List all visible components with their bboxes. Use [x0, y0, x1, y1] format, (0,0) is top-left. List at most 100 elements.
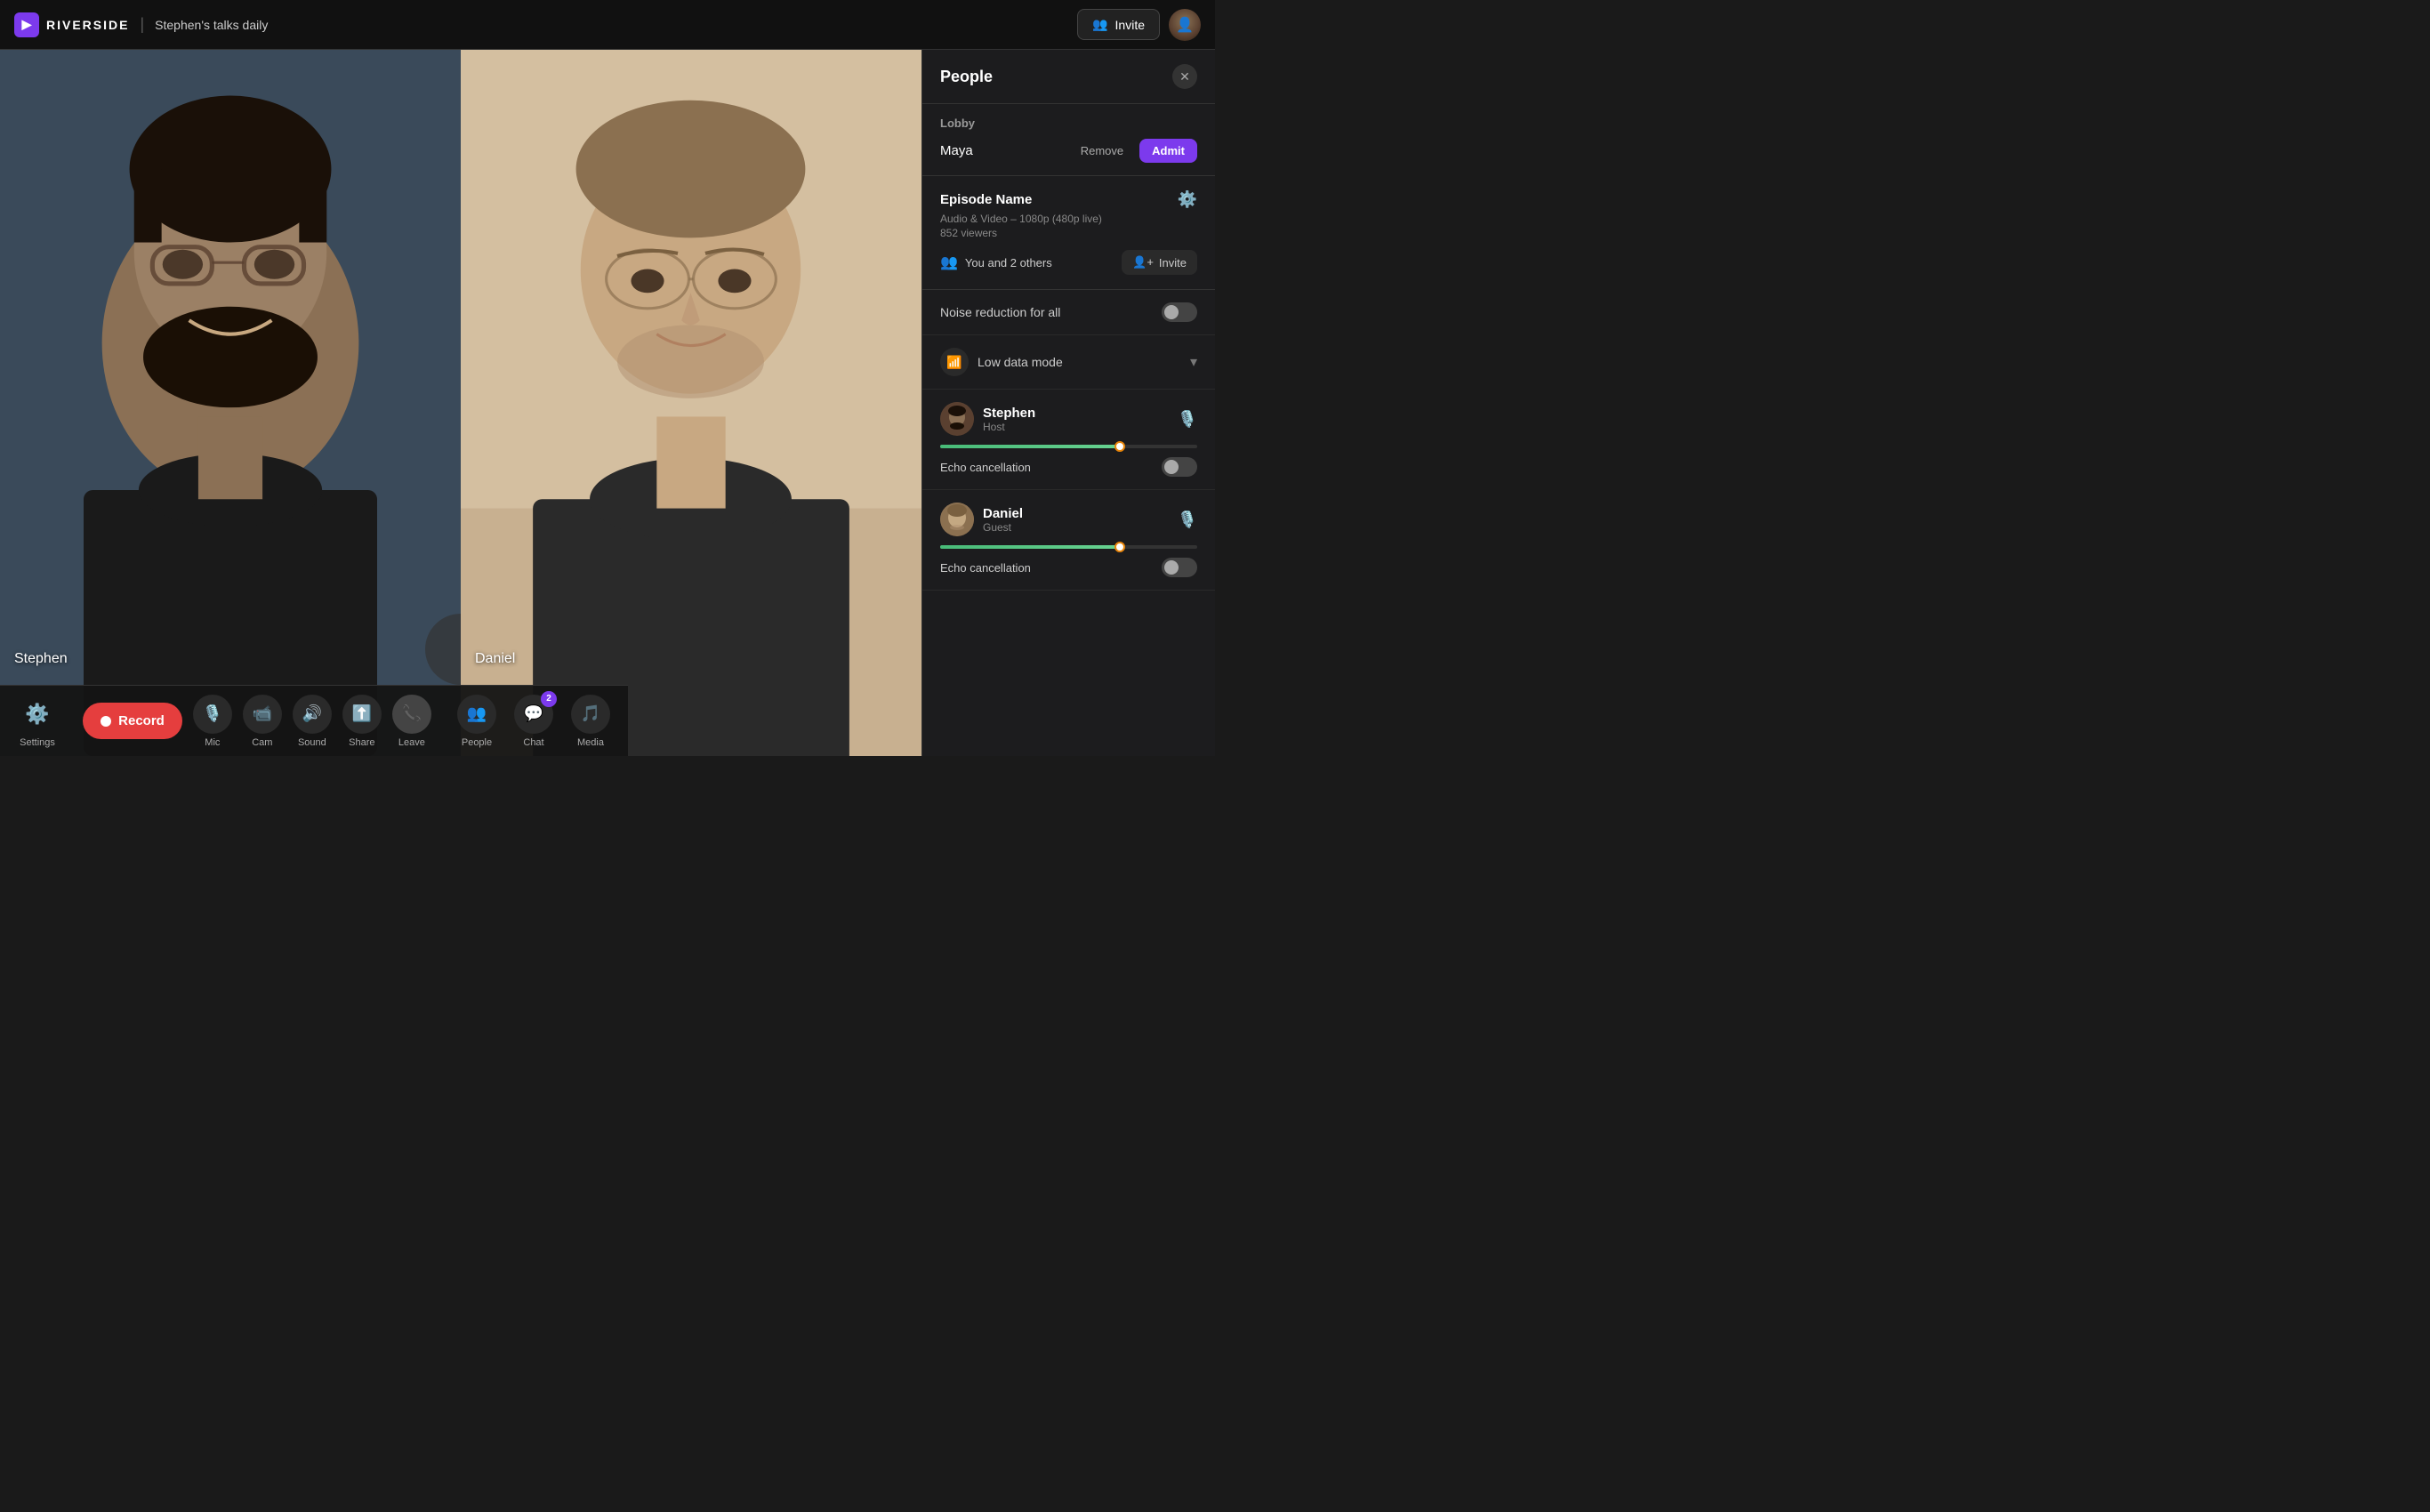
stephen-echo-row: Echo cancellation [940, 457, 1197, 477]
video-face-daniel [461, 50, 921, 756]
invite-icon: 👥 [1092, 17, 1107, 32]
cam-label: Cam [252, 737, 272, 748]
mic-label: Mic [205, 737, 220, 748]
participants-info: 👥 You and 2 others [940, 253, 1052, 271]
media-icon: 🎵 [571, 695, 610, 734]
stephen-role: Host [983, 421, 1169, 433]
people-icon: 👥 [457, 695, 496, 734]
toggle-knob [1164, 305, 1179, 319]
lobby-label: Lobby [940, 117, 1197, 130]
invite-button[interactable]: 👥 Invite [1077, 9, 1160, 40]
daniel-label: Daniel [475, 651, 515, 667]
sound-button[interactable]: 🔊 Sound [293, 695, 332, 748]
stephen-mic-icon[interactable]: 🎙️ [1178, 410, 1197, 429]
episode-subtitle: Audio & Video – 1080p (480p live) [940, 213, 1197, 225]
sidebar-invite-button[interactable]: 👤+ Invite [1122, 250, 1197, 275]
chat-label: Chat [523, 737, 543, 748]
media-button[interactable]: 🎵 Media [571, 695, 610, 748]
toggle-knob-2 [1164, 460, 1179, 474]
daniel-echo-row: Echo cancellation [940, 558, 1197, 577]
people-button[interactable]: 👥 People [457, 695, 496, 748]
noise-reduction-section: Noise reduction for all [922, 290, 1215, 335]
noise-reduction-toggle[interactable] [1162, 302, 1197, 322]
daniel-info: Daniel Guest [983, 506, 1169, 534]
chat-badge: 2 [541, 691, 557, 707]
video-panel-stephen: Stephen [0, 50, 461, 756]
video-area: Stephen [0, 50, 921, 756]
daniel-volume-track[interactable] [940, 545, 1197, 549]
daniel-echo-toggle[interactable] [1162, 558, 1197, 577]
invite-label: Invite [1115, 18, 1145, 32]
sound-icon: 🔊 [293, 695, 332, 734]
leave-icon: 📞 [392, 695, 431, 734]
lobby-person-row: Maya Remove Admit [940, 139, 1197, 163]
stephen-volume-track[interactable] [940, 445, 1197, 448]
user-avatar[interactable]: 👤 [1169, 9, 1201, 41]
stephen-label: Stephen [14, 651, 68, 667]
participants-icon: 👥 [940, 253, 958, 271]
leave-label: Leave [398, 737, 425, 748]
header-left: ▶ RIVERSIDE | Stephen's talks daily [14, 12, 268, 37]
stephen-echo-label: Echo cancellation [940, 461, 1031, 474]
person-card-stephen: Stephen Host 🎙️ Echo cancellation [922, 390, 1215, 490]
low-data-icon: 📶 [940, 348, 969, 376]
daniel-avatar [940, 503, 974, 536]
close-sidebar-button[interactable]: ✕ [1172, 64, 1197, 89]
share-button[interactable]: ⬆️ Share [342, 695, 382, 748]
daniel-mic-icon[interactable]: 🎙️ [1178, 511, 1197, 529]
session-title: Stephen's talks daily [155, 18, 268, 32]
mic-icon: 🎙️ [193, 695, 232, 734]
bottom-bar: ⚙️ Settings Record 🎙️ Mic 📹 Cam 🔊 [0, 685, 628, 756]
cam-button[interactable]: 📹 Cam [243, 695, 282, 748]
daniel-volume-bar [940, 545, 1197, 549]
settings-button[interactable]: ⚙️ Settings [18, 695, 57, 748]
stephen-name: Stephen [983, 406, 1169, 421]
header: ▶ RIVERSIDE | Stephen's talks daily 👥 In… [0, 0, 1215, 50]
share-label: Share [349, 737, 374, 748]
daniel-name: Daniel [983, 506, 1169, 521]
sound-label: Sound [298, 737, 326, 748]
logo-text: RIVERSIDE [46, 18, 129, 32]
sidebar-title: People [940, 68, 993, 86]
admit-button[interactable]: Admit [1139, 139, 1197, 163]
stephen-volume-thumb [1114, 441, 1125, 452]
leave-button[interactable]: 📞 Leave [392, 695, 431, 748]
chevron-down-icon: ▾ [1190, 353, 1197, 371]
participants-count: You and 2 others [965, 256, 1052, 269]
daniel-echo-label: Echo cancellation [940, 561, 1031, 575]
cam-icon: 📹 [243, 695, 282, 734]
stephen-avatar [940, 402, 974, 436]
person-card-daniel: Daniel Guest 🎙️ Echo cancellation [922, 490, 1215, 591]
sidebar-invite-icon: 👤+ [1132, 255, 1154, 269]
chat-button[interactable]: 💬 2 Chat [514, 695, 553, 748]
person-row-daniel: Daniel Guest 🎙️ [940, 503, 1197, 536]
bottom-center-controls: Record 🎙️ Mic 📹 Cam 🔊 Sound ⬆️ Share [83, 695, 431, 748]
daniel-volume-thumb [1114, 542, 1125, 552]
low-data-left: 📶 Low data mode [940, 348, 1063, 376]
sidebar-invite-label: Invite [1159, 256, 1187, 269]
stephen-echo-toggle[interactable] [1162, 457, 1197, 477]
participants-row: 👥 You and 2 others 👤+ Invite [940, 250, 1197, 275]
stephen-volume-bar [940, 445, 1197, 448]
low-data-section[interactable]: 📶 Low data mode ▾ [922, 335, 1215, 390]
media-label: Media [577, 737, 604, 748]
person-row-stephen: Stephen Host 🎙️ [940, 402, 1197, 436]
noise-reduction-label: Noise reduction for all [940, 305, 1060, 319]
people-label: People [462, 737, 492, 748]
lobby-section: Lobby Maya Remove Admit [922, 104, 1215, 176]
episode-section: Episode Name ⚙️ Audio & Video – 1080p (4… [922, 176, 1215, 290]
main-area: Stephen [0, 50, 1215, 756]
mic-button[interactable]: 🎙️ Mic [193, 695, 232, 748]
record-button[interactable]: Record [83, 703, 182, 739]
episode-settings-icon[interactable]: ⚙️ [1178, 190, 1197, 209]
episode-viewers: 852 viewers [940, 227, 1197, 239]
gear-icon: ⚙️ [18, 695, 57, 734]
lobby-person-name: Maya [940, 143, 973, 158]
record-dot [101, 716, 111, 727]
header-right: 👥 Invite 👤 [1077, 9, 1201, 41]
share-icon: ⬆️ [342, 695, 382, 734]
remove-button[interactable]: Remove [1072, 139, 1132, 163]
episode-header: Episode Name ⚙️ [940, 190, 1197, 209]
bottom-right-controls: 👥 People 💬 2 Chat 🎵 Media [457, 695, 610, 748]
lobby-actions: Remove Admit [1072, 139, 1197, 163]
